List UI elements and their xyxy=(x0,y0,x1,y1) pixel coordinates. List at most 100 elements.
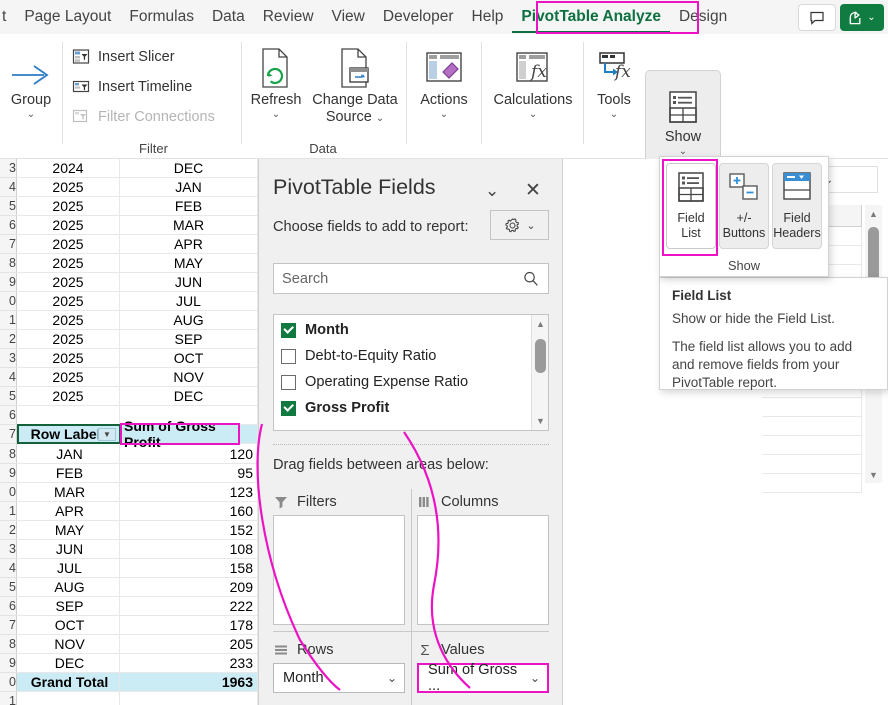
field-list-scroll-up-arrow-icon[interactable]: ▲ xyxy=(532,315,549,332)
values-chip-sum-of-gross-profit[interactable]: Sum of Gross ... ⌄ xyxy=(417,663,549,693)
field-checkbox[interactable] xyxy=(281,349,296,364)
change-data-source-button[interactable]: Change Data Source ⌄ xyxy=(309,34,401,126)
field-headers-toggle[interactable]: Field Headers xyxy=(772,163,822,249)
pivot-row-label[interactable]: JUL xyxy=(17,559,120,578)
cell-month[interactable]: DEC xyxy=(120,387,258,406)
cell-year[interactable]: 2025 xyxy=(17,292,120,311)
tab-design[interactable]: Design xyxy=(670,0,736,34)
pivot-row-value[interactable]: 123 xyxy=(120,483,258,502)
cell-empty[interactable] xyxy=(762,455,862,474)
area-rows[interactable]: Rows Month ⌄ xyxy=(273,637,405,693)
pivot-row-label[interactable]: MAR xyxy=(17,483,120,502)
field-list-scrollbar-thumb[interactable] xyxy=(535,339,546,373)
pivot-row-label[interactable]: MAY xyxy=(17,521,120,540)
calculations-button[interactable]: fx Calculations ⌄ xyxy=(483,34,583,120)
field-list-scrollbar[interactable]: ▲ ▼ xyxy=(531,315,548,430)
tab-formulas[interactable]: Formulas xyxy=(120,0,203,34)
cell-year[interactable]: 2025 xyxy=(17,311,120,330)
area-values[interactable]: Σ Values Sum of Gross ... ⌄ xyxy=(417,637,549,693)
group-chevron-down-icon[interactable]: ⌄ xyxy=(27,110,35,120)
pivot-row-value[interactable]: 158 xyxy=(120,559,258,578)
cell-year[interactable]: 2025 xyxy=(17,178,120,197)
cell-month[interactable]: DEC xyxy=(120,159,258,178)
pivot-row-label[interactable]: FEB xyxy=(17,464,120,483)
pivot-row-value[interactable]: 233 xyxy=(120,654,258,673)
cell-year[interactable]: 2025 xyxy=(17,273,120,292)
tab-developer[interactable]: Developer xyxy=(374,0,463,34)
cell-month[interactable]: NOV xyxy=(120,368,258,387)
plus-minus-buttons-toggle[interactable]: +/- Buttons xyxy=(719,163,769,249)
pivot-row-value[interactable]: 160 xyxy=(120,502,258,521)
tools-chevron-down-icon[interactable]: ⌄ xyxy=(610,110,618,120)
cell-year[interactable]: 2025 xyxy=(17,235,120,254)
pivot-row-label[interactable]: JAN xyxy=(17,445,120,464)
rows-chip-month[interactable]: Month ⌄ xyxy=(273,663,405,693)
cell-month[interactable]: MAY xyxy=(120,254,258,273)
cell-year[interactable]: 2024 xyxy=(17,159,120,178)
cell-year[interactable]: 2025 xyxy=(17,387,120,406)
pivot-row-value[interactable]: 178 xyxy=(120,616,258,635)
cell-month[interactable]: JAN xyxy=(120,178,258,197)
cell-empty[interactable] xyxy=(762,474,862,493)
pivot-row-label[interactable]: SEP xyxy=(17,597,120,616)
cell-month[interactable]: JUN xyxy=(120,273,258,292)
field-list-item[interactable]: Month xyxy=(274,317,548,343)
tab-data[interactable]: Data xyxy=(203,0,254,34)
share-button[interactable]: ⌄ xyxy=(840,4,884,31)
search-input[interactable]: Search xyxy=(273,263,549,294)
actions-chevron-down-icon[interactable]: ⌄ xyxy=(440,110,448,120)
pivot-row-value[interactable]: 95 xyxy=(120,464,258,483)
field-list-scroll-down-arrow-icon[interactable]: ▼ xyxy=(532,412,549,429)
comments-button[interactable] xyxy=(798,4,836,31)
tab-page-layout[interactable]: Page Layout xyxy=(15,0,120,34)
fields-settings-button[interactable]: ⌄ xyxy=(490,210,549,240)
panel-collapse-chevron-down-icon[interactable]: ⌄ xyxy=(485,181,499,201)
tab-insert-truncated[interactable]: t xyxy=(0,0,15,34)
group-button[interactable]: Group ⌄ xyxy=(0,34,62,120)
panel-close-icon[interactable]: ✕ xyxy=(525,179,541,202)
tab-view[interactable]: View xyxy=(323,0,374,34)
pivot-row-label[interactable]: NOV xyxy=(17,635,120,654)
insert-slicer-button[interactable]: Insert Slicer xyxy=(66,42,241,72)
cell-year[interactable]: 2025 xyxy=(17,330,120,349)
field-checkbox[interactable] xyxy=(281,375,296,390)
area-columns-dropzone[interactable] xyxy=(417,515,549,625)
cell-month[interactable]: FEB xyxy=(120,197,258,216)
cell-year[interactable]: 2025 xyxy=(17,216,120,235)
pivot-row-value[interactable]: 108 xyxy=(120,540,258,559)
cell-year[interactable]: 2025 xyxy=(17,197,120,216)
cell-month[interactable]: MAR xyxy=(120,216,258,235)
pivot-row-label[interactable]: AUG xyxy=(17,578,120,597)
field-list-toggle-button[interactable]: Field List xyxy=(666,163,716,249)
change-data-source-chevron-down-icon[interactable]: ⌄ xyxy=(376,113,384,124)
cell-month[interactable]: SEP xyxy=(120,330,258,349)
pivot-row-label[interactable]: DEC xyxy=(17,654,120,673)
cell-year[interactable]: 2025 xyxy=(17,254,120,273)
grand-total-label[interactable]: Grand Total xyxy=(17,673,120,692)
pivot-row-label[interactable]: JUN xyxy=(17,540,120,559)
cell-month[interactable]: AUG xyxy=(120,311,258,330)
actions-button[interactable]: Actions ⌄ xyxy=(408,34,480,120)
refresh-button[interactable]: Refresh ⌄ xyxy=(243,34,309,126)
cell-empty[interactable] xyxy=(17,692,120,705)
calculations-chevron-down-icon[interactable]: ⌄ xyxy=(529,110,537,120)
cell-month[interactable]: OCT xyxy=(120,349,258,368)
pivot-row-value[interactable]: 152 xyxy=(120,521,258,540)
pivot-row-value[interactable]: 222 xyxy=(120,597,258,616)
pivot-row-value[interactable]: 205 xyxy=(120,635,258,654)
cell-month[interactable]: APR xyxy=(120,235,258,254)
field-checkbox[interactable] xyxy=(281,401,296,416)
cell-empty[interactable] xyxy=(762,436,862,455)
tab-pivottable-analyze[interactable]: PivotTable Analyze xyxy=(512,3,670,33)
area-columns[interactable]: Columns xyxy=(417,489,549,625)
pivot-row-value[interactable]: 209 xyxy=(120,578,258,597)
cell-year[interactable] xyxy=(17,406,120,425)
field-list-item[interactable]: Gross Profit xyxy=(274,395,548,421)
tab-help[interactable]: Help xyxy=(463,0,513,34)
grand-total-value[interactable]: 1963 xyxy=(120,673,258,692)
scroll-up-arrow-icon[interactable]: ▲ xyxy=(865,205,882,222)
pivot-value-header[interactable]: Sum of Gross Profit xyxy=(120,425,258,444)
scroll-down-arrow-icon[interactable]: ▼ xyxy=(865,466,882,483)
field-list-item[interactable]: Debt-to-Equity Ratio xyxy=(274,343,548,369)
refresh-chevron-down-icon[interactable]: ⌄ xyxy=(272,110,280,120)
